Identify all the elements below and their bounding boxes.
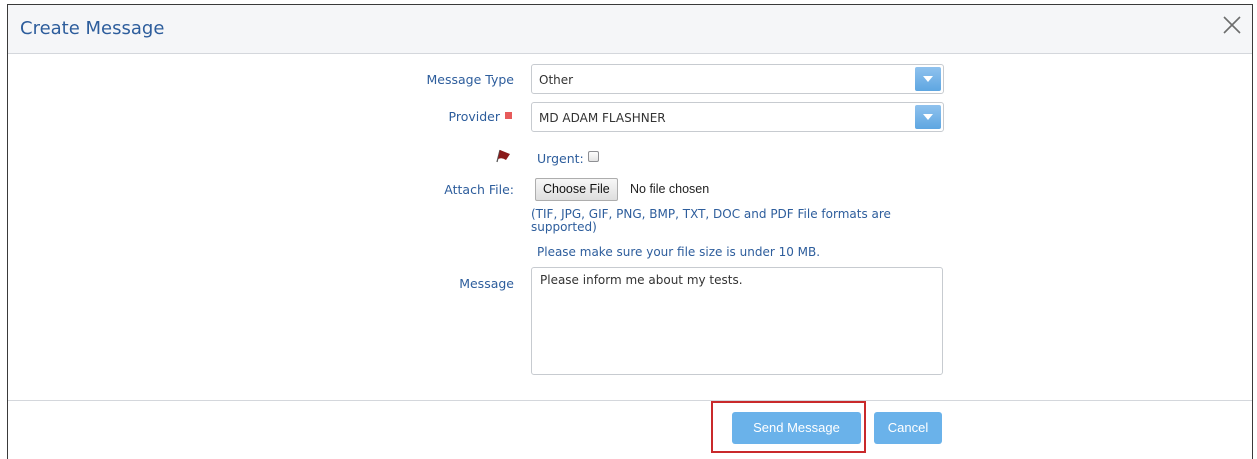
- message-type-label: Message Type: [426, 72, 514, 87]
- footer-divider: [8, 400, 1252, 401]
- create-message-dialog: Create Message Message Type Other Provid…: [7, 4, 1253, 459]
- file-formats-hint: (TIF, JPG, GIF, PNG, BMP, TXT, DOC and P…: [531, 207, 891, 234]
- close-icon[interactable]: [1222, 15, 1244, 37]
- chevron-down-icon: [923, 114, 933, 120]
- attach-file-label: Attach File:: [444, 182, 514, 197]
- required-indicator: [505, 112, 512, 119]
- cancel-button[interactable]: Cancel: [874, 412, 942, 444]
- dialog-title: Create Message: [20, 18, 165, 39]
- urgent-label: Urgent:: [537, 151, 584, 166]
- file-size-hint: Please make sure your file size is under…: [537, 245, 821, 259]
- message-label: Message: [459, 276, 514, 291]
- file-status-text: No file chosen: [630, 182, 710, 196]
- provider-select[interactable]: MD ADAM FLASHNER: [531, 102, 944, 132]
- provider-label: Provider: [448, 109, 500, 124]
- provider-value: MD ADAM FLASHNER: [539, 111, 666, 125]
- message-type-value: Other: [539, 73, 574, 87]
- message-type-select[interactable]: Other: [531, 64, 944, 94]
- dialog-header: Create Message: [8, 5, 1252, 54]
- message-type-dropdown-button[interactable]: [915, 67, 941, 91]
- highlight-box: [711, 401, 866, 453]
- choose-file-button[interactable]: Choose File: [535, 178, 618, 201]
- message-textarea[interactable]: Please inform me about my tests.: [531, 267, 943, 375]
- provider-dropdown-button[interactable]: [915, 105, 941, 129]
- chevron-down-icon: [923, 76, 933, 82]
- flag-icon: [495, 147, 511, 167]
- urgent-checkbox[interactable]: [588, 151, 599, 162]
